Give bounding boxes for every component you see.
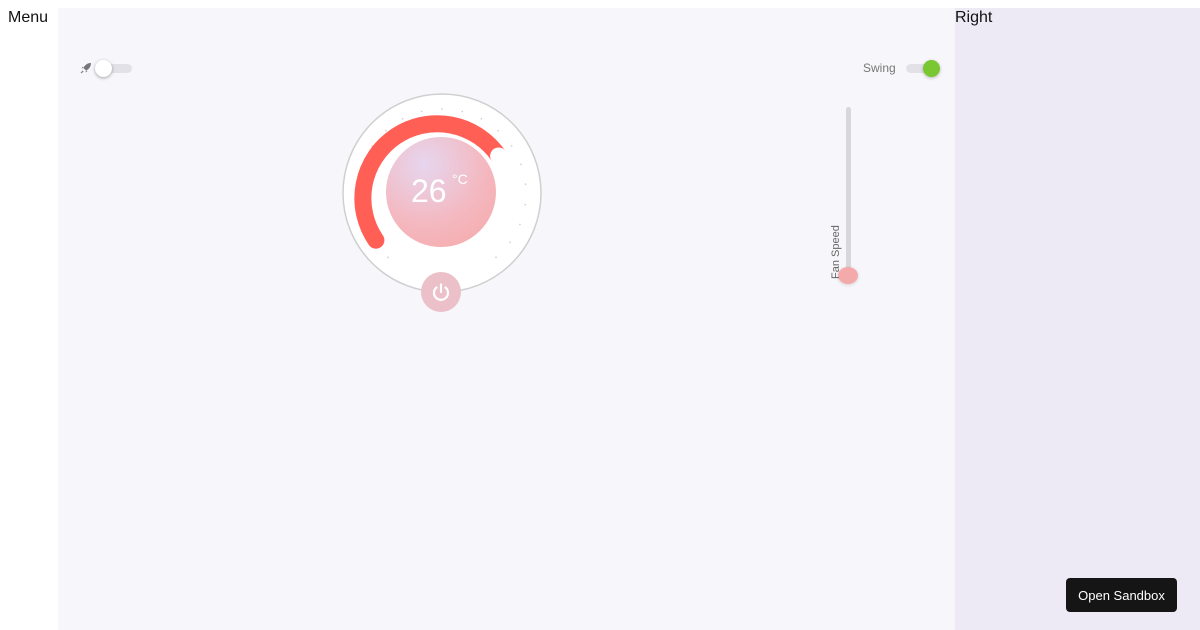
turbo-toggle[interactable] [95, 60, 132, 77]
right-panel-title: Right [955, 9, 993, 26]
temperature-value: 26 [411, 173, 447, 209]
dial-tick [510, 145, 513, 147]
dial-tick [520, 163, 522, 166]
dial-tick [420, 110, 423, 113]
turbo-toggle-knob [95, 60, 112, 77]
power-button[interactable] [421, 272, 461, 312]
fan-speed-label: Fan Speed [830, 225, 842, 279]
dial-tick [519, 223, 521, 226]
dial-tick [461, 110, 464, 113]
ac-control-panel: Swing 26 °C Fan Speed [58, 8, 955, 630]
dial-tick [524, 203, 527, 206]
dial-tick [497, 129, 500, 132]
menu-title: Menu [8, 9, 49, 26]
dial-tick [495, 256, 497, 259]
right-panel: Right [955, 8, 1200, 630]
dial-tick [480, 117, 483, 120]
fan-speed-slider-track[interactable] [846, 107, 851, 279]
temperature-dial[interactable]: 26 °C [341, 92, 543, 294]
rocket-icon [80, 63, 91, 74]
dial-tick [509, 241, 511, 244]
app-layout: Menu Swing 26 °C Fan Speed Right Open Sa… [0, 0, 1200, 630]
dial-tick [387, 256, 389, 259]
menu-column: Menu [0, 0, 58, 630]
swing-label: Swing [863, 61, 896, 75]
swing-toggle-knob [923, 60, 940, 77]
dial-tick [401, 117, 404, 120]
swing-toggle[interactable] [906, 60, 940, 77]
power-icon [432, 283, 450, 301]
temperature-unit: °C [452, 171, 468, 187]
dial-tick [524, 183, 527, 186]
open-sandbox-button[interactable]: Open Sandbox [1066, 578, 1177, 612]
dial-tick [441, 108, 443, 110]
dial-tick [384, 129, 387, 132]
